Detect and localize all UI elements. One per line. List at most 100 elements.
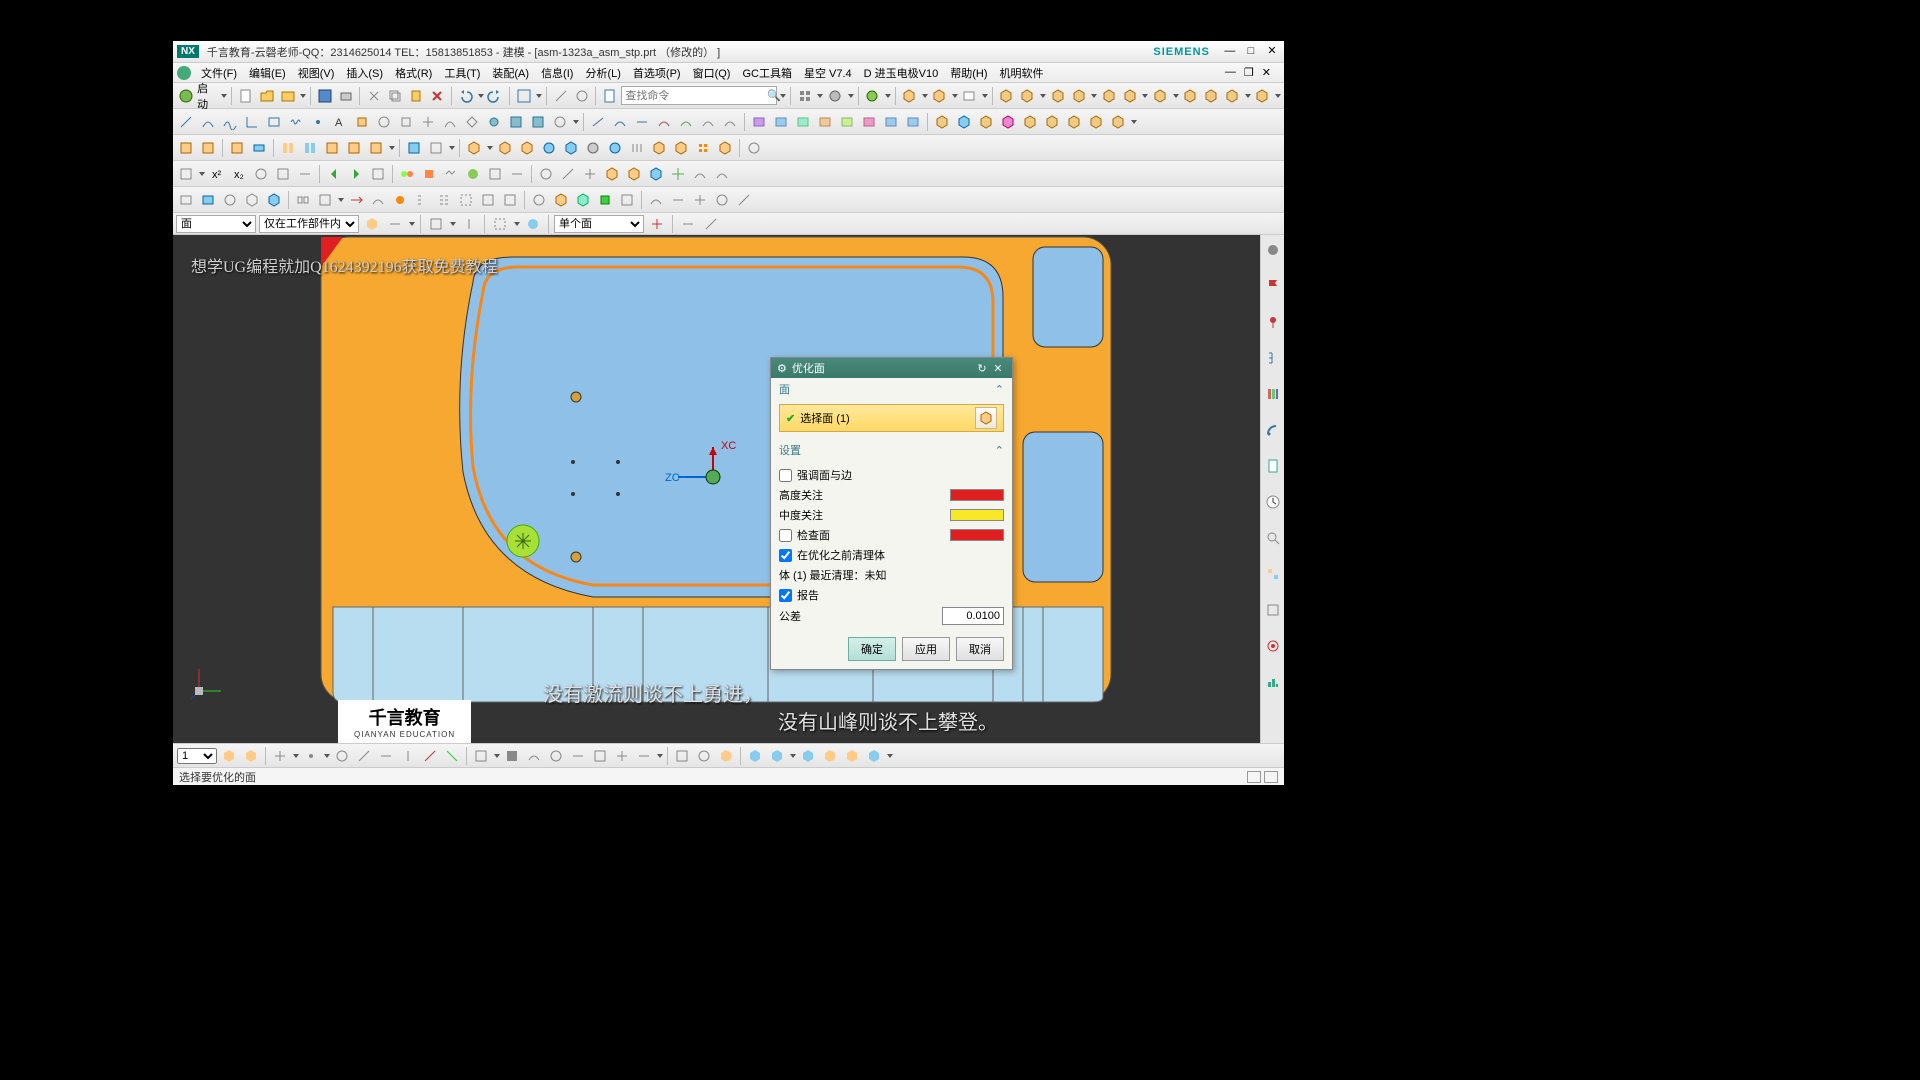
sf-5[interactable]	[837, 112, 857, 132]
t5-18[interactable]	[573, 190, 593, 210]
sk-5[interactable]	[440, 112, 460, 132]
rb-doc-icon[interactable]	[1264, 457, 1282, 475]
rb-clock-icon[interactable]	[1264, 493, 1282, 511]
tbtn-sphere[interactable]	[825, 86, 844, 106]
tbtn-ball[interactable]	[862, 86, 881, 106]
sketch-arc[interactable]	[198, 112, 218, 132]
menu-soft[interactable]: 机明软件	[994, 63, 1050, 83]
search-icon[interactable]: 🔍	[767, 89, 781, 102]
bt-16[interactable]	[590, 746, 610, 766]
tbtn-rect[interactable]	[960, 86, 979, 106]
rb-flag-icon[interactable]	[1264, 277, 1282, 295]
menu-tool[interactable]: 工具(T)	[438, 63, 486, 83]
sk-4[interactable]	[418, 112, 438, 132]
t5-17[interactable]	[551, 190, 571, 210]
check-face-checkbox[interactable]	[779, 529, 792, 542]
sketch-line[interactable]	[176, 112, 196, 132]
ok-button[interactable]: 确定	[848, 637, 896, 661]
ft-5[interactable]	[1020, 112, 1040, 132]
bt-19[interactable]	[672, 746, 692, 766]
undo-button[interactable]	[456, 86, 475, 106]
bt-7[interactable]	[376, 746, 396, 766]
report-checkbox[interactable]	[779, 589, 792, 602]
ft-8[interactable]	[1086, 112, 1106, 132]
nav-next[interactable]	[346, 164, 366, 184]
t4-20[interactable]	[668, 164, 688, 184]
t4-19[interactable]	[646, 164, 666, 184]
layer-select[interactable]: 1	[177, 748, 217, 764]
bt-20[interactable]	[694, 746, 714, 766]
bt-8[interactable]	[398, 746, 418, 766]
t5-10[interactable]	[390, 190, 410, 210]
t5-7[interactable]	[315, 190, 335, 210]
bt-23[interactable]	[767, 746, 787, 766]
sf-2[interactable]	[771, 112, 791, 132]
t4-7[interactable]	[368, 164, 388, 184]
t4-9[interactable]	[419, 164, 439, 184]
fb-5[interactable]	[490, 214, 510, 234]
t3-5[interactable]	[278, 138, 298, 158]
sk-8[interactable]	[506, 112, 526, 132]
bt-17[interactable]	[612, 746, 632, 766]
sel-mode-select[interactable]: 单个面	[554, 215, 644, 233]
fb-2[interactable]	[385, 214, 405, 234]
print-button[interactable]	[336, 86, 355, 106]
sketch-point[interactable]	[308, 112, 328, 132]
tbtn-box1[interactable]	[900, 86, 919, 106]
t5-16[interactable]	[529, 190, 549, 210]
bt-1[interactable]	[219, 746, 239, 766]
ft-2[interactable]	[954, 112, 974, 132]
tbtn-grid[interactable]	[795, 86, 814, 106]
t4-3[interactable]: x₂	[229, 164, 249, 184]
t5-23[interactable]	[690, 190, 710, 210]
menu-gc[interactable]: GC工具箱	[736, 63, 798, 83]
t3-24[interactable]	[744, 138, 764, 158]
t3-18[interactable]	[605, 138, 625, 158]
t3-21[interactable]	[671, 138, 691, 158]
status-icon-1[interactable]	[1247, 771, 1261, 783]
redo-button[interactable]	[486, 86, 505, 106]
fb-9[interactable]	[701, 214, 721, 234]
sketch-corner[interactable]	[242, 112, 262, 132]
bt-24[interactable]	[798, 746, 818, 766]
t5-13[interactable]	[456, 190, 476, 210]
bt-22[interactable]	[745, 746, 765, 766]
menu-xk[interactable]: 星空 V7.4	[798, 63, 858, 83]
bt-15[interactable]	[568, 746, 588, 766]
t3-1[interactable]	[176, 138, 196, 158]
bt-25[interactable]	[820, 746, 840, 766]
t3-22[interactable]	[693, 138, 713, 158]
t3-8[interactable]	[344, 138, 364, 158]
sketch-spring[interactable]	[286, 112, 306, 132]
face-picker-button[interactable]	[975, 407, 997, 429]
t3-14[interactable]	[517, 138, 537, 158]
command-search-input[interactable]	[625, 90, 767, 102]
t3-2[interactable]	[198, 138, 218, 158]
doc-close-button[interactable]: ✕	[1259, 66, 1274, 79]
sf-7[interactable]	[881, 112, 901, 132]
menu-view[interactable]: 视图(V)	[292, 63, 341, 83]
rb-tree-icon[interactable]	[1264, 349, 1282, 367]
tbtn-c3[interactable]	[1048, 86, 1067, 106]
t3-16[interactable]	[561, 138, 581, 158]
measure-button[interactable]	[551, 86, 570, 106]
t5-5[interactable]	[264, 190, 284, 210]
t5-22[interactable]	[668, 190, 688, 210]
t3-13[interactable]	[495, 138, 515, 158]
t5-14[interactable]	[478, 190, 498, 210]
ft-6[interactable]	[1042, 112, 1062, 132]
t4-17[interactable]	[602, 164, 622, 184]
t3-6[interactable]	[300, 138, 320, 158]
bt-14[interactable]	[546, 746, 566, 766]
emphasize-checkbox[interactable]	[779, 469, 792, 482]
t4-15[interactable]	[558, 164, 578, 184]
sketch-rect[interactable]	[264, 112, 284, 132]
t3-15[interactable]	[539, 138, 559, 158]
tbtn-c2[interactable]	[1018, 86, 1037, 106]
dialog-titlebar[interactable]: ⚙ 优化面 ↻ ✕	[771, 358, 1012, 378]
command-finder-icon[interactable]	[600, 86, 619, 106]
bt-5[interactable]	[332, 746, 352, 766]
bt-6[interactable]	[354, 746, 374, 766]
bt-13[interactable]	[524, 746, 544, 766]
t4-13[interactable]	[507, 164, 527, 184]
